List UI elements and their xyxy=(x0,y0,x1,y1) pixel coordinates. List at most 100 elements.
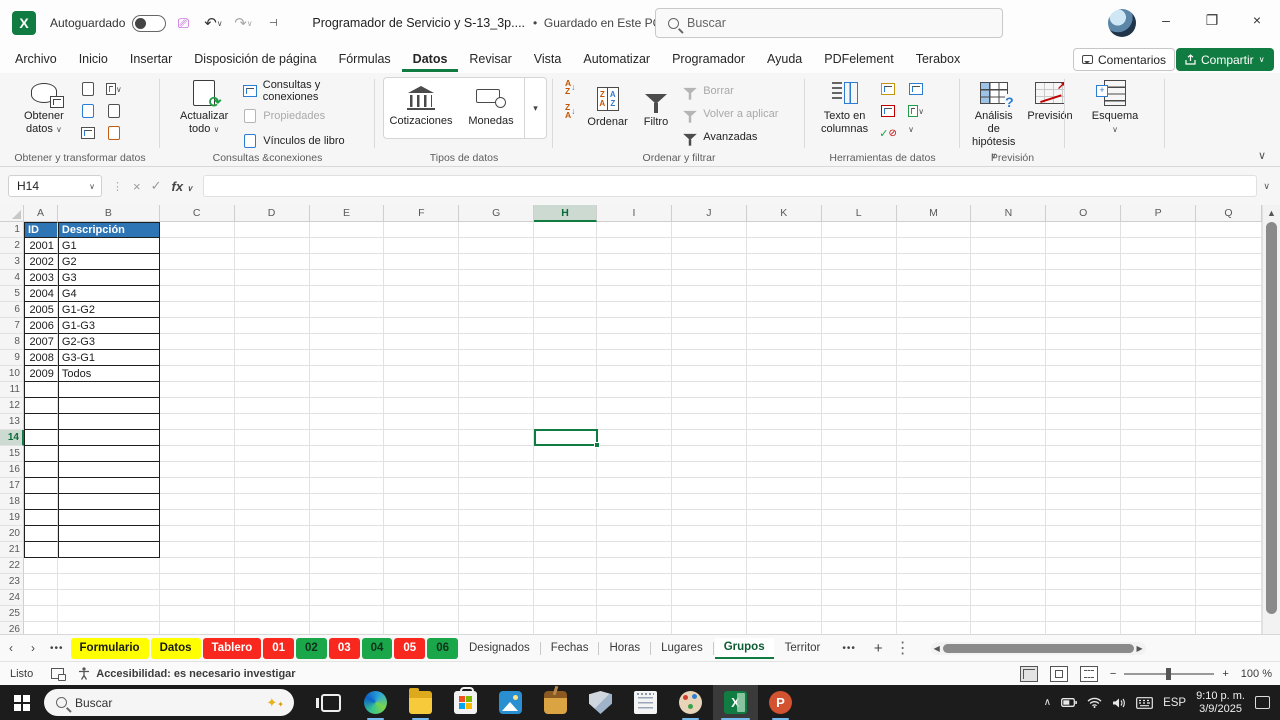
cell-E4[interactable] xyxy=(309,270,385,286)
cell-N11[interactable] xyxy=(971,382,1047,398)
cell-C4[interactable] xyxy=(159,270,235,286)
cell-G23[interactable] xyxy=(459,574,535,590)
cell-H21[interactable] xyxy=(534,542,598,558)
cell-N8[interactable] xyxy=(971,334,1047,350)
cell-D4[interactable] xyxy=(234,270,310,286)
cell-D21[interactable] xyxy=(234,542,310,558)
cell-L16[interactable] xyxy=(821,462,897,478)
cell-L21[interactable] xyxy=(821,542,897,558)
cell-Q2[interactable] xyxy=(1196,238,1262,254)
cell-E2[interactable] xyxy=(309,238,385,254)
cell-F19[interactable] xyxy=(384,510,460,526)
cell-G20[interactable] xyxy=(459,526,535,542)
cell-M8[interactable] xyxy=(896,334,972,350)
normal-view-button[interactable] xyxy=(1019,665,1038,682)
sheet-tab-datos[interactable]: Datos xyxy=(150,637,201,659)
cell-G5[interactable] xyxy=(459,286,535,302)
paint-taskbar-button[interactable] xyxy=(668,685,713,720)
cell-N24[interactable] xyxy=(971,590,1047,606)
language-indicator[interactable]: ESP xyxy=(1163,697,1186,709)
cell-H4[interactable] xyxy=(534,270,598,286)
cell-A11[interactable] xyxy=(23,382,58,398)
cell-B10[interactable]: Todos xyxy=(57,366,160,382)
cell-A13[interactable] xyxy=(23,414,58,430)
cell-I19[interactable] xyxy=(597,510,672,526)
speaker-icon[interactable] xyxy=(1112,697,1126,709)
cell-O11[interactable] xyxy=(1046,382,1122,398)
properties-button[interactable]: Propiedades xyxy=(242,106,375,126)
row-header-5[interactable]: 5 xyxy=(0,286,24,302)
cell-K18[interactable] xyxy=(746,494,822,510)
cell-N7[interactable] xyxy=(971,318,1047,334)
cell-O1[interactable] xyxy=(1046,222,1122,238)
from-picture-icon[interactable]: ∨ xyxy=(105,81,122,97)
cell-E22[interactable] xyxy=(309,558,385,574)
cell-B23[interactable] xyxy=(57,574,160,590)
cell-G2[interactable] xyxy=(459,238,535,254)
sheet-tab-01[interactable]: 01 xyxy=(263,637,295,659)
cell-Q25[interactable] xyxy=(1196,606,1262,622)
column-header-F[interactable]: F xyxy=(384,205,460,222)
cell-J14[interactable] xyxy=(671,430,747,446)
cell-F10[interactable] xyxy=(384,366,460,382)
row-header-3[interactable]: 3 xyxy=(0,254,24,270)
cell-H5[interactable] xyxy=(534,286,598,302)
cell-C21[interactable] xyxy=(159,542,235,558)
cell-G15[interactable] xyxy=(459,446,535,462)
cell-D11[interactable] xyxy=(234,382,310,398)
cell-A21[interactable] xyxy=(23,542,58,558)
battery-icon[interactable] xyxy=(1061,697,1077,708)
outline-button[interactable]: Esquema ∨ xyxy=(1086,73,1144,138)
cell-N22[interactable] xyxy=(971,558,1047,574)
cell-A6[interactable]: 2005 xyxy=(23,302,58,318)
cell-F2[interactable] xyxy=(384,238,460,254)
cell-P11[interactable] xyxy=(1121,382,1197,398)
cell-H20[interactable] xyxy=(534,526,598,542)
cell-B15[interactable] xyxy=(57,446,160,462)
cell-I7[interactable] xyxy=(597,318,672,334)
cell-B6[interactable]: G1-G2 xyxy=(57,302,160,318)
cell-D6[interactable] xyxy=(234,302,310,318)
collapse-ribbon-button[interactable]: ∨ xyxy=(1258,149,1266,162)
column-header-P[interactable]: P xyxy=(1121,205,1197,222)
cell-Q9[interactable] xyxy=(1196,350,1262,366)
cell-J5[interactable] xyxy=(671,286,747,302)
cell-O21[interactable] xyxy=(1046,542,1122,558)
cell-G10[interactable] xyxy=(459,366,535,382)
cell-Q11[interactable] xyxy=(1196,382,1262,398)
cell-L11[interactable] xyxy=(821,382,897,398)
cell-M13[interactable] xyxy=(896,414,972,430)
cell-C19[interactable] xyxy=(159,510,235,526)
from-table-range-icon[interactable] xyxy=(80,125,96,141)
cell-P9[interactable] xyxy=(1121,350,1197,366)
cell-I13[interactable] xyxy=(597,414,672,430)
start-button[interactable] xyxy=(0,685,44,720)
cell-K19[interactable] xyxy=(746,510,822,526)
cell-N26[interactable] xyxy=(971,622,1047,634)
cell-K13[interactable] xyxy=(746,414,822,430)
cell-A26[interactable] xyxy=(24,622,58,634)
notification-center-icon[interactable] xyxy=(1255,696,1270,709)
cell-A3[interactable]: 2002 xyxy=(23,254,58,270)
cell-E19[interactable] xyxy=(309,510,385,526)
cell-O9[interactable] xyxy=(1046,350,1122,366)
cell-M24[interactable] xyxy=(896,590,972,606)
ribbon-tab-inicio[interactable]: Inicio xyxy=(68,48,119,72)
cell-C3[interactable] xyxy=(159,254,235,270)
cell-L1[interactable] xyxy=(821,222,897,238)
cell-E5[interactable] xyxy=(309,286,385,302)
taskbar-clock[interactable]: 9:10 p. m. 3/9/2025 xyxy=(1196,690,1245,716)
cell-P2[interactable] xyxy=(1121,238,1197,254)
cell-I12[interactable] xyxy=(597,398,672,414)
ribbon-tab-vista[interactable]: Vista xyxy=(523,48,573,72)
cell-B26[interactable] xyxy=(58,622,160,634)
cell-H8[interactable] xyxy=(534,334,598,350)
cell-L24[interactable] xyxy=(821,590,897,606)
titlebar-search-box[interactable]: Buscar xyxy=(655,8,1003,38)
cell-E14[interactable] xyxy=(309,430,385,446)
cell-K23[interactable] xyxy=(746,574,822,590)
select-all-corner[interactable] xyxy=(0,205,24,222)
cell-P8[interactable] xyxy=(1121,334,1197,350)
cell-N16[interactable] xyxy=(971,462,1047,478)
cell-F5[interactable] xyxy=(384,286,460,302)
